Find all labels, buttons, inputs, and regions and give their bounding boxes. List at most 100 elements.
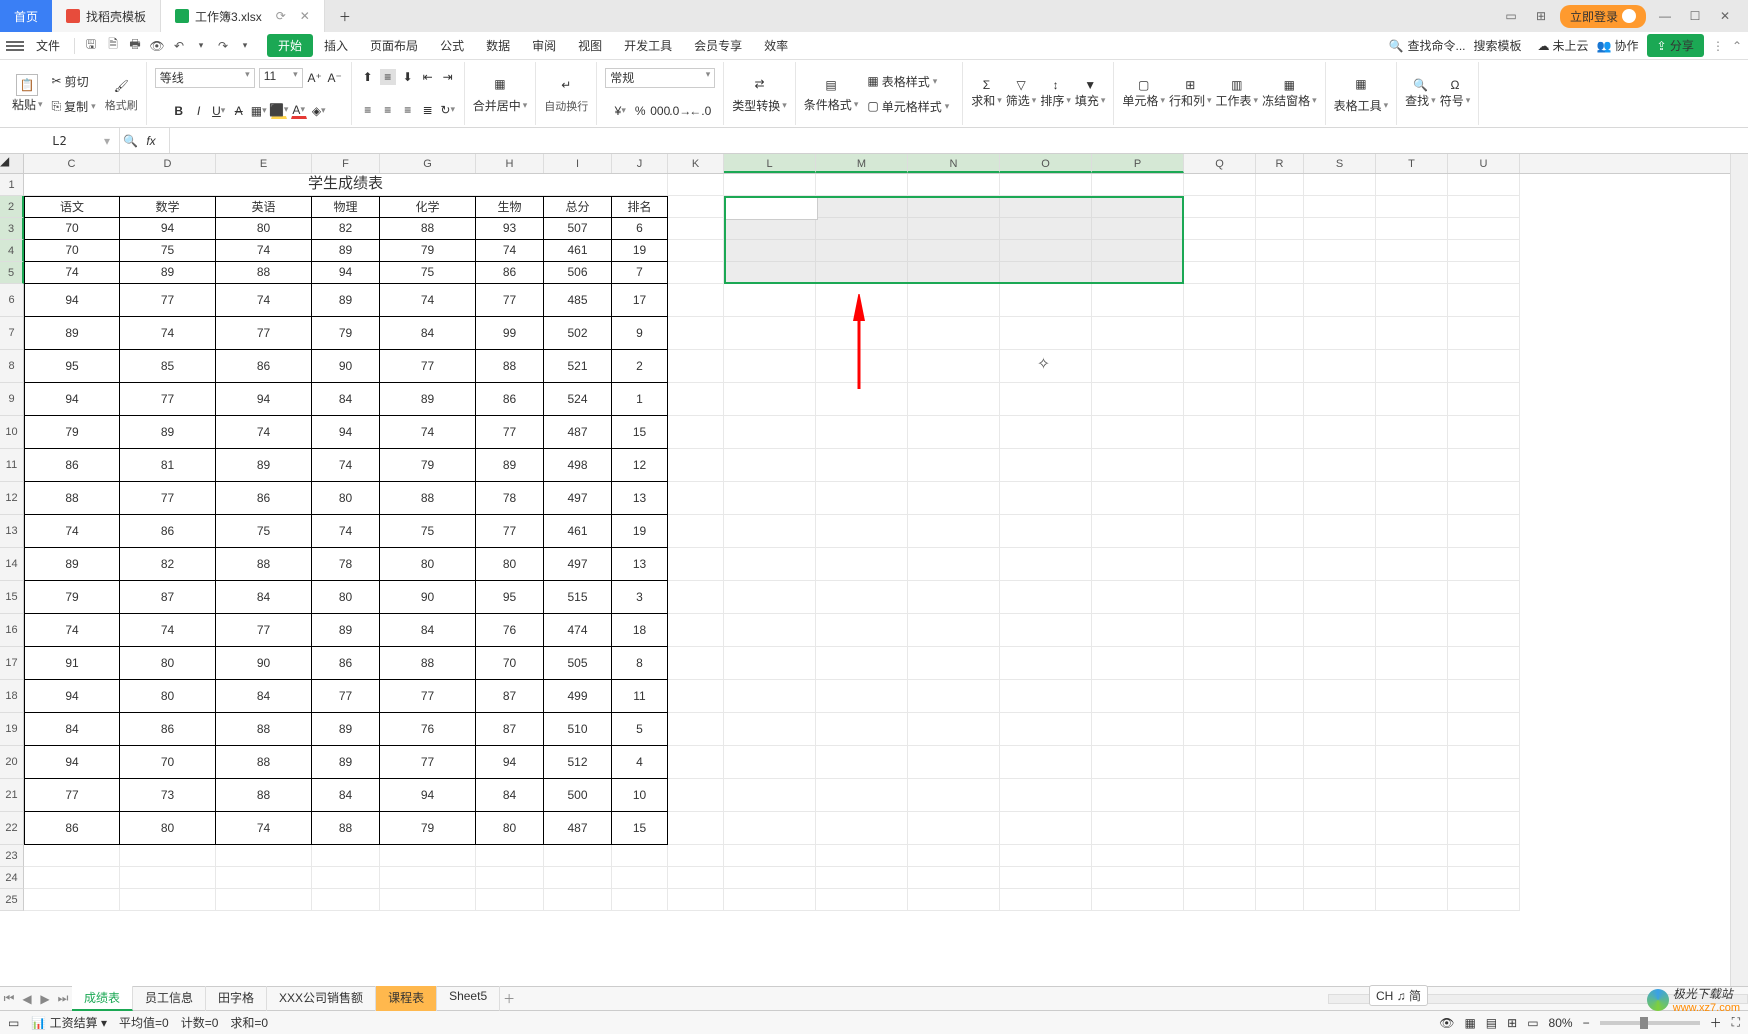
cell-N10[interactable] [908, 416, 1000, 449]
cell-C6[interactable]: 94 [24, 284, 120, 317]
qa-redo-drop[interactable]: ▾ [235, 36, 255, 56]
cell-Q2[interactable] [1184, 196, 1256, 218]
cell-J17[interactable]: 8 [612, 647, 668, 680]
cell-F23[interactable] [312, 845, 380, 867]
cell-G11[interactable]: 79 [380, 449, 476, 482]
cell-R7[interactable] [1256, 317, 1304, 350]
cell-K17[interactable] [668, 647, 724, 680]
cell-U12[interactable] [1448, 482, 1520, 515]
cell-M24[interactable] [816, 867, 908, 889]
cell-S12[interactable] [1304, 482, 1376, 515]
cell-C1[interactable]: 学生成绩表 [24, 174, 668, 196]
cell-Q22[interactable] [1184, 812, 1256, 845]
view-break-icon[interactable]: ⊞ [1507, 1016, 1517, 1030]
cell-F17[interactable]: 86 [312, 647, 380, 680]
cell-F13[interactable]: 74 [312, 515, 380, 548]
sheet-tab-员工信息[interactable]: 员工信息 [133, 986, 206, 1011]
cell-J7[interactable]: 9 [612, 317, 668, 350]
row-header-2[interactable]: 2 [0, 196, 24, 218]
cell-E11[interactable]: 89 [216, 449, 312, 482]
cell-P10[interactable] [1092, 416, 1184, 449]
col-header-M[interactable]: M [816, 154, 908, 173]
zoom-value[interactable]: 80% [1549, 1016, 1573, 1030]
cell-G8[interactable]: 77 [380, 350, 476, 383]
cell-U4[interactable] [1448, 240, 1520, 262]
login-button[interactable]: 立即登录 [1560, 5, 1646, 28]
worksheet-icon[interactable]: ▥ [1231, 78, 1242, 92]
comma-icon[interactable]: 000 [652, 103, 668, 119]
cell-Q19[interactable] [1184, 713, 1256, 746]
cell-H11[interactable]: 89 [476, 449, 544, 482]
cell-T25[interactable] [1376, 889, 1448, 911]
cell-O5[interactable] [1000, 262, 1092, 284]
cell-U21[interactable] [1448, 779, 1520, 812]
col-header-O[interactable]: O [1000, 154, 1092, 173]
cell-T5[interactable] [1376, 262, 1448, 284]
cell-H10[interactable]: 77 [476, 416, 544, 449]
cell-D21[interactable]: 73 [120, 779, 216, 812]
col-header-N[interactable]: N [908, 154, 1000, 173]
cell-E10[interactable]: 74 [216, 416, 312, 449]
menu-tab-6[interactable]: 视图 [567, 34, 613, 57]
cell-N2[interactable] [908, 196, 1000, 218]
fill-color-icon[interactable]: ⬛▾ [271, 103, 287, 119]
cell-E17[interactable]: 90 [216, 647, 312, 680]
font-color-icon[interactable]: A▾ [291, 103, 307, 119]
minimize-button[interactable]: ― [1654, 5, 1676, 27]
row-header-1[interactable]: 1 [0, 174, 24, 196]
cell-R20[interactable] [1256, 746, 1304, 779]
cell-S25[interactable] [1304, 889, 1376, 911]
tabletools-button[interactable]: 表格工具▾ [1334, 97, 1389, 114]
cell-C21[interactable]: 77 [24, 779, 120, 812]
cell-C12[interactable]: 88 [24, 482, 120, 515]
tabletools-icon[interactable]: ▦ [1350, 73, 1372, 95]
cell-F16[interactable]: 89 [312, 614, 380, 647]
cell-E21[interactable]: 88 [216, 779, 312, 812]
cell-S11[interactable] [1304, 449, 1376, 482]
cell-P8[interactable] [1092, 350, 1184, 383]
align-right-icon[interactable]: ≡ [400, 102, 416, 118]
qa-saveas-icon[interactable]: 🗎 [103, 36, 123, 56]
align-bottom-icon[interactable]: ⬇ [400, 69, 416, 85]
indent-dec-icon[interactable]: ⇤ [420, 69, 436, 85]
cell-O10[interactable] [1000, 416, 1092, 449]
cell-J8[interactable]: 2 [612, 350, 668, 383]
cell-N25[interactable] [908, 889, 1000, 911]
cell-F5[interactable]: 94 [312, 262, 380, 284]
cell-T22[interactable] [1376, 812, 1448, 845]
cell-Q24[interactable] [1184, 867, 1256, 889]
fx-icon[interactable]: fx [146, 134, 155, 148]
menu-tab-8[interactable]: 会员专享 [683, 34, 753, 57]
cell-H6[interactable]: 77 [476, 284, 544, 317]
cell-Q6[interactable] [1184, 284, 1256, 317]
cell-E19[interactable]: 88 [216, 713, 312, 746]
cell-K13[interactable] [668, 515, 724, 548]
cell-U25[interactable] [1448, 889, 1520, 911]
cell-Q15[interactable] [1184, 581, 1256, 614]
cell-T19[interactable] [1376, 713, 1448, 746]
cell-D19[interactable]: 86 [120, 713, 216, 746]
cell-C11[interactable]: 86 [24, 449, 120, 482]
cell-O4[interactable] [1000, 240, 1092, 262]
filter-button[interactable]: 筛选▾ [1006, 92, 1037, 109]
cell-P15[interactable] [1092, 581, 1184, 614]
cell-N22[interactable] [908, 812, 1000, 845]
cell-N20[interactable] [908, 746, 1000, 779]
cell-Q4[interactable] [1184, 240, 1256, 262]
cell-C20[interactable]: 94 [24, 746, 120, 779]
cell-O2[interactable] [1000, 196, 1092, 218]
cell-U17[interactable] [1448, 647, 1520, 680]
cell-O3[interactable] [1000, 218, 1092, 240]
cell-E16[interactable]: 77 [216, 614, 312, 647]
cell-G23[interactable] [380, 845, 476, 867]
cell-F4[interactable]: 89 [312, 240, 380, 262]
cell-G10[interactable]: 74 [380, 416, 476, 449]
cell-R17[interactable] [1256, 647, 1304, 680]
cell-J19[interactable]: 5 [612, 713, 668, 746]
cell-Q3[interactable] [1184, 218, 1256, 240]
cell-Q10[interactable] [1184, 416, 1256, 449]
cell-T24[interactable] [1376, 867, 1448, 889]
cell-J18[interactable]: 11 [612, 680, 668, 713]
cell-C9[interactable]: 94 [24, 383, 120, 416]
cell-K18[interactable] [668, 680, 724, 713]
